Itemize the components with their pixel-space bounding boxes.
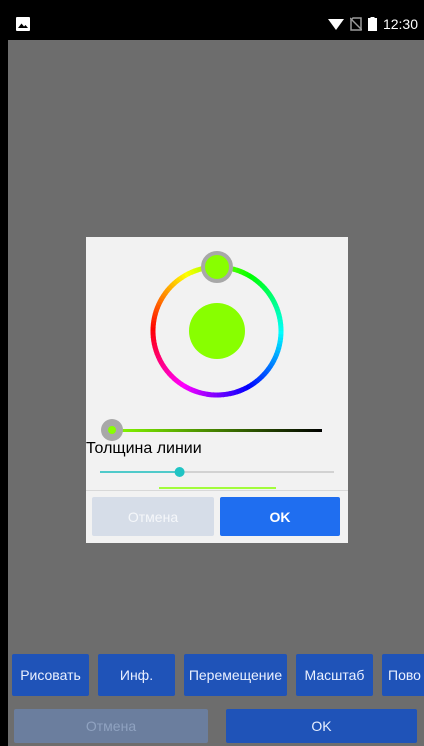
rotate-button[interactable]: Пово	[382, 654, 424, 696]
dialog-divider	[86, 490, 348, 491]
hue-handle[interactable]	[201, 251, 233, 283]
battery-icon	[367, 17, 377, 31]
bottom-ok-button[interactable]: OK	[226, 709, 417, 743]
bottom-toolbar: Рисовать Инф. Перемещение Масштаб Пово	[8, 654, 424, 696]
opacity-slider-track[interactable]	[112, 429, 322, 432]
selected-color-swatch	[189, 303, 245, 359]
color-picker-dialog: Толщина линии Отмена OK	[86, 237, 348, 543]
opacity-slider-handle-dot	[108, 426, 116, 434]
bottom-cancel-button[interactable]: Отмена	[14, 709, 208, 743]
line-width-label: Толщина линии	[86, 440, 202, 457]
line-width-slider-handle[interactable]	[174, 467, 185, 477]
clock: 12:30	[382, 16, 418, 32]
status-bar: 12:30	[8, 8, 424, 40]
image-icon	[16, 17, 30, 31]
dialog-ok-button[interactable]: OK	[220, 497, 340, 536]
info-button[interactable]: Инф.	[98, 654, 175, 696]
dialog-cancel-button[interactable]: Отмена	[92, 497, 214, 536]
move-button[interactable]: Перемещение	[184, 654, 287, 696]
status-icons: 12:30	[327, 8, 418, 40]
app-screen: 12:30 Толщина линии Отмена OK Рисовать И…	[8, 8, 424, 746]
scale-button[interactable]: Масштаб	[296, 654, 373, 696]
no-sim-icon	[349, 17, 362, 31]
draw-button[interactable]: Рисовать	[12, 654, 89, 696]
wifi-icon	[327, 19, 344, 30]
